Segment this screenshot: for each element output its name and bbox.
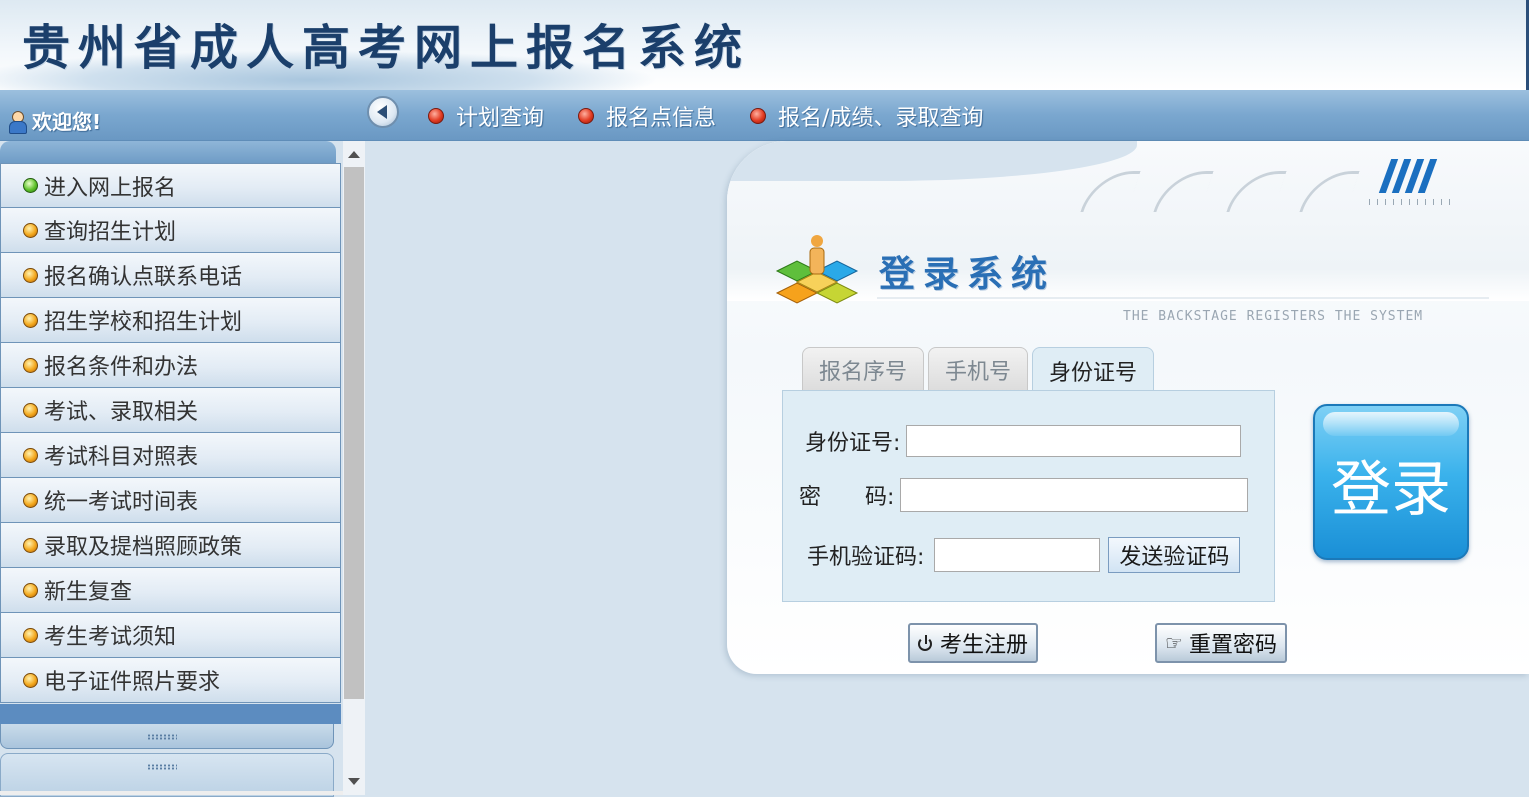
sms-code-input[interactable] [934,538,1101,572]
sidebar-scrollbar[interactable] [343,141,365,795]
red-bullet-icon [428,108,444,124]
orange-bullet-icon [23,672,38,688]
orange-bullet-icon [23,627,38,643]
sidebar-item-policy[interactable]: 录取及提档照顾政策 [0,523,341,568]
orange-bullet-icon [23,447,38,463]
site-title: 贵州省成人高考网上报名系统 [22,20,751,76]
orange-bullet-icon [23,537,38,553]
orange-bullet-icon [23,582,38,598]
button-gloss [1323,412,1459,436]
sidebar-item-conditions[interactable]: 报名条件和办法 [0,343,341,388]
login-tabs: 报名序号 手机号 身份证号 [802,347,1155,393]
login-title: 登录系统 [879,253,1056,295]
top-navbar: 欢迎您! 计划查询 报名点信息 报名/成绩、录取查询 [0,90,1529,141]
welcome-text: 欢迎您! [32,110,102,134]
send-code-button[interactable]: 发送验证码 [1108,537,1241,573]
password-row: 密 码: [799,478,1249,512]
header-banner: 贵州省成人高考网上报名系统 [0,0,1529,90]
red-bullet-icon [578,108,595,124]
user-icon [6,109,28,134]
login-form: 身份证号: 密 码: 手机验证码: 发送验证码 [782,390,1275,602]
sidebar-item-recheck[interactable]: 新生复查 [0,568,341,613]
sidebar-item-confirm-phone[interactable]: 报名确认点联系电话 [0,253,341,298]
sidebar-item-enroll-plan[interactable]: 查询招生计划 [0,208,341,253]
sidebar-item-exam-schedule[interactable]: 统一考试时间表 [0,478,341,523]
login-panel: 登录系统 THE BACKSTAGE REGISTERS THE SYSTEM … [727,141,1529,674]
orange-bullet-icon [23,312,38,328]
id-label: 身份证号: [805,431,901,456]
nav-links: 计划查询 报名点信息 报名/成绩、录取查询 [428,100,1017,132]
sidebar-item-exam-admission[interactable]: 考试、录取相关 [0,388,341,433]
password-input[interactable] [900,478,1249,512]
scroll-up-icon[interactable] [348,151,360,158]
nav-link-plan-query[interactable]: 计划查询 [428,100,544,132]
tab-serial-number[interactable]: 报名序号 [802,347,925,391]
sidebar-item-online-register[interactable]: 进入网上报名 [0,163,341,208]
orange-bullet-icon [23,357,38,373]
tab-phone[interactable]: 手机号 [928,347,1029,391]
welcome-area: 欢迎您! [6,106,101,135]
id-row: 身份证号: [805,425,1242,457]
back-arrow-icon[interactable] [367,96,399,128]
register-button[interactable]: 考生注册 [908,623,1039,663]
sidebar-footer [0,704,341,724]
sms-label: 手机验证码: [807,545,925,570]
password-label: 密 码: [799,485,895,510]
red-bullet-icon [750,108,767,124]
nav-link-score-query[interactable]: 报名/成绩、录取查询 [750,100,983,132]
orange-bullet-icon [23,492,38,508]
sidebar-menu: 进入网上报名 查询招生计划 报名确认点联系电话 招生学校和招生计划 报名条件和办… [0,163,341,703]
orange-bullet-icon [23,222,38,238]
title-divider [877,297,1489,299]
id-input[interactable] [906,425,1242,457]
pointing-hand-icon: ☞ [1165,631,1183,655]
sidebar-item-schools-plan[interactable]: 招生学校和招生计划 [0,298,341,343]
sidebar-collapsed-panel[interactable] [0,724,334,749]
power-icon [918,635,934,651]
login-subtitle: THE BACKSTAGE REGISTERS THE SYSTEM [1123,309,1424,324]
reset-password-button[interactable]: ☞ 重置密码 [1155,623,1287,663]
scroll-down-icon[interactable] [348,778,360,785]
binder-rings [1080,171,1360,212]
tab-id-card[interactable]: 身份证号 [1032,347,1155,393]
stripes-decoration [1378,159,1438,193]
logo-icon [775,235,859,304]
sidebar-top-cap [0,141,336,163]
sms-row: 手机验证码: 发送验证码 [807,537,1241,573]
sidebar-item-photo-requirements[interactable]: 电子证件照片要求 [0,658,341,703]
nav-link-site-info[interactable]: 报名点信息 [578,100,716,132]
sidebar-item-subjects-table[interactable]: 考试科目对照表 [0,433,341,478]
grip-icon [147,764,177,770]
orange-bullet-icon [23,267,38,283]
sidebar: 进入网上报名 查询招生计划 报名确认点联系电话 招生学校和招生计划 报名条件和办… [0,141,343,797]
bottom-strip [0,791,343,795]
tickmarks-decoration [1369,199,1455,205]
login-button[interactable]: 登录 [1313,404,1469,560]
scrollbar-thumb[interactable] [344,167,364,699]
sidebar-item-exam-notice[interactable]: 考生考试须知 [0,613,341,658]
grip-icon [147,734,177,740]
green-bullet-icon [23,178,38,193]
orange-bullet-icon [23,402,38,418]
